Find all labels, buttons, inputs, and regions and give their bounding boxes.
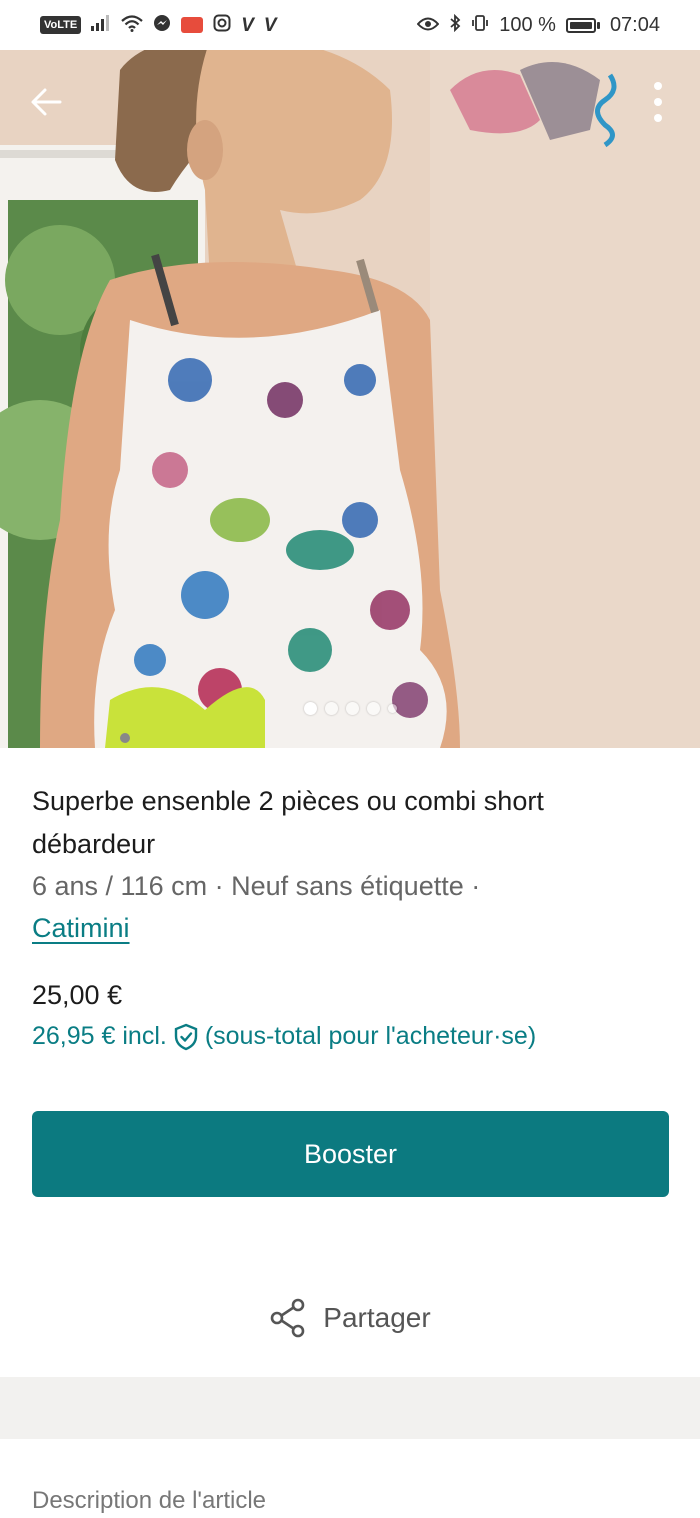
status-bar: VoLTE V V 100 % 07:04 (0, 0, 700, 50)
bluetooth-icon (449, 13, 461, 36)
status-bar-left: VoLTE V V (40, 14, 277, 36)
share-button[interactable]: Partager (0, 1290, 700, 1346)
more-options-icon[interactable] (652, 80, 664, 124)
battery-percent: 100 % (499, 13, 556, 36)
battery-icon (565, 17, 600, 33)
app-notification-icon: V (241, 14, 254, 36)
item-meta: 6 ans / 116 cm · Neuf sans étiquette · (32, 871, 481, 901)
gallery-pagination (0, 702, 700, 715)
wifi-icon (121, 14, 143, 36)
section-divider (0, 1377, 700, 1439)
gallery-dot[interactable] (303, 702, 317, 715)
item-title: Superbe ensenble 2 pièces ou combi short… (32, 786, 544, 859)
back-arrow-icon[interactable] (28, 84, 64, 120)
share-icon (270, 1298, 305, 1338)
buyer-total: 26,95 € incl. (sous-total pour l'acheteu… (32, 1022, 536, 1051)
item-price: 25,00 € (32, 980, 123, 1010)
incl-note: (sous-total pour l'acheteur·se) (204, 1022, 537, 1050)
app-notification-icon: V (263, 14, 277, 36)
item-photo[interactable] (0, 50, 700, 748)
gallery-dot[interactable] (324, 702, 338, 715)
description-heading: Description de l'article (32, 1487, 267, 1514)
gallery-dot[interactable] (366, 702, 380, 715)
messenger-icon (153, 14, 171, 36)
gallery-dot[interactable] (345, 702, 359, 715)
clock: 07:04 (609, 13, 660, 36)
item-info: Superbe ensenble 2 pièces ou combi short… (32, 780, 672, 949)
volte-icon: VoLTE (40, 16, 82, 34)
share-label: Partager (323, 1302, 431, 1333)
signal-icon (91, 15, 111, 35)
incl-price: 26,95 € incl. (32, 1022, 167, 1050)
status-bar-right: 100 % 07:04 (416, 13, 660, 37)
buyer-protection-shield-icon[interactable] (173, 1023, 199, 1051)
instagram-icon (213, 14, 231, 36)
vibrate-icon (471, 14, 489, 36)
booster-button[interactable]: Booster (32, 1111, 669, 1197)
item-photo-illustration (0, 50, 700, 748)
mail-icon (181, 17, 204, 33)
gallery-dot[interactable] (387, 704, 397, 713)
eye-icon (416, 16, 440, 35)
brand-link[interactable]: Catimini (32, 907, 130, 949)
